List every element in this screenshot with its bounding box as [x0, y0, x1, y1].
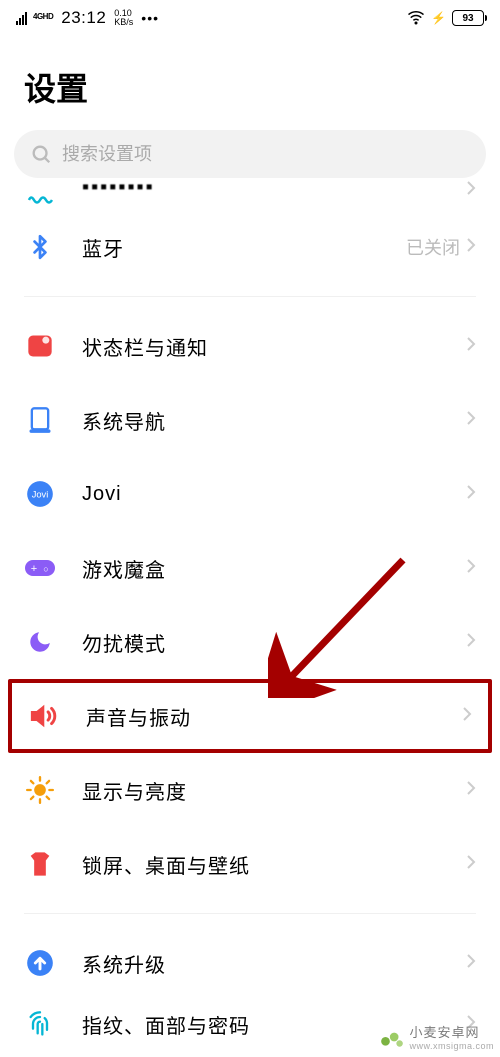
watermark-url: www.xmsigma.com — [409, 1041, 494, 1051]
highlight-annotation: 声音与振动 — [8, 679, 492, 753]
moon-icon — [24, 626, 56, 658]
svg-text:+: + — [31, 563, 37, 575]
jovi-icon: Jovi — [24, 478, 56, 510]
row-label: Jovi — [82, 483, 466, 506]
chevron-right-icon — [466, 953, 476, 974]
gamebox-icon: +○ — [24, 552, 56, 584]
chevron-right-icon — [466, 410, 476, 431]
row-label: 锁屏、桌面与壁纸 — [82, 850, 466, 879]
divider — [24, 913, 476, 914]
watermark-logo-icon — [379, 1024, 405, 1050]
row-label: 系统导航 — [82, 406, 466, 435]
chevron-right-icon — [466, 780, 476, 801]
sound-icon — [28, 700, 60, 732]
brightness-icon — [24, 774, 56, 806]
svg-text:○: ○ — [43, 564, 48, 574]
row-label: 系统升级 — [82, 949, 466, 978]
chevron-right-icon — [466, 336, 476, 357]
settings-row-bluetooth[interactable]: 蓝牙 已关闭 — [0, 210, 500, 284]
bluetooth-icon — [24, 231, 56, 263]
svg-text:Jovi: Jovi — [32, 490, 49, 500]
settings-row-statusbar[interactable]: 状态栏与通知 — [0, 309, 500, 383]
row-label: 声音与振动 — [86, 702, 462, 731]
row-label: 显示与亮度 — [82, 776, 466, 805]
chevron-right-icon — [466, 180, 476, 201]
settings-row-gamebox[interactable]: +○ 游戏魔盒 — [0, 531, 500, 605]
chevron-right-icon — [466, 854, 476, 875]
settings-row-sound[interactable]: 声音与振动 — [12, 683, 488, 749]
network-type: 4GHD — [33, 12, 53, 21]
chevron-right-icon — [466, 558, 476, 579]
upgrade-icon — [24, 947, 56, 979]
watermark-text: 小麦安卓网 — [409, 1025, 479, 1040]
search-icon — [30, 143, 52, 165]
settings-row-sysnav[interactable]: 系统导航 — [0, 383, 500, 457]
row-label: 游戏魔盒 — [82, 554, 466, 583]
battery-indicator: 93 — [452, 10, 484, 26]
settings-list: ▪▪▪▪▪▪▪▪ 蓝牙 已关闭 状态栏与通知 系统导航 Jovi Jovi — [0, 190, 500, 1048]
settings-row-display[interactable]: 显示与亮度 — [0, 753, 500, 827]
row-label: 状态栏与通知 — [82, 332, 466, 361]
settings-row-jovi[interactable]: Jovi Jovi — [0, 457, 500, 531]
page-title: 设置 — [0, 36, 500, 130]
statusbar-icon — [24, 330, 56, 362]
settings-row-lockscreen[interactable]: 锁屏、桌面与壁纸 — [0, 827, 500, 901]
chevron-right-icon — [462, 706, 472, 727]
row-label: 蓝牙 — [82, 233, 406, 262]
settings-row-dnd[interactable]: 勿扰模式 — [0, 605, 500, 679]
search-input[interactable] — [62, 144, 470, 165]
chevron-right-icon — [466, 484, 476, 505]
partial-row[interactable]: ▪▪▪▪▪▪▪▪ — [24, 190, 476, 210]
status-bar: 4GHD 23:12 0.10KB/s ••• ⚡ 93 — [0, 0, 500, 36]
chevron-right-icon — [466, 237, 476, 258]
settings-row-upgrade[interactable]: 系统升级 — [0, 926, 500, 1000]
wifi-icon — [407, 8, 425, 29]
net-speed: 0.10KB/s — [114, 9, 133, 27]
row-value: 已关闭 — [406, 234, 460, 260]
signal-icon — [16, 11, 27, 25]
more-icon: ••• — [141, 10, 159, 26]
charge-icon: ⚡ — [431, 11, 446, 25]
clock: 23:12 — [61, 8, 106, 28]
tshirt-icon — [24, 848, 56, 880]
fingerprint-icon — [24, 1008, 56, 1040]
watermark: 小麦安卓网 www.xmsigma.com — [379, 1022, 494, 1051]
navigation-icon — [24, 404, 56, 436]
chevron-right-icon — [466, 632, 476, 653]
row-label: 勿扰模式 — [82, 628, 466, 657]
search-box[interactable] — [14, 130, 486, 178]
divider — [24, 296, 476, 297]
